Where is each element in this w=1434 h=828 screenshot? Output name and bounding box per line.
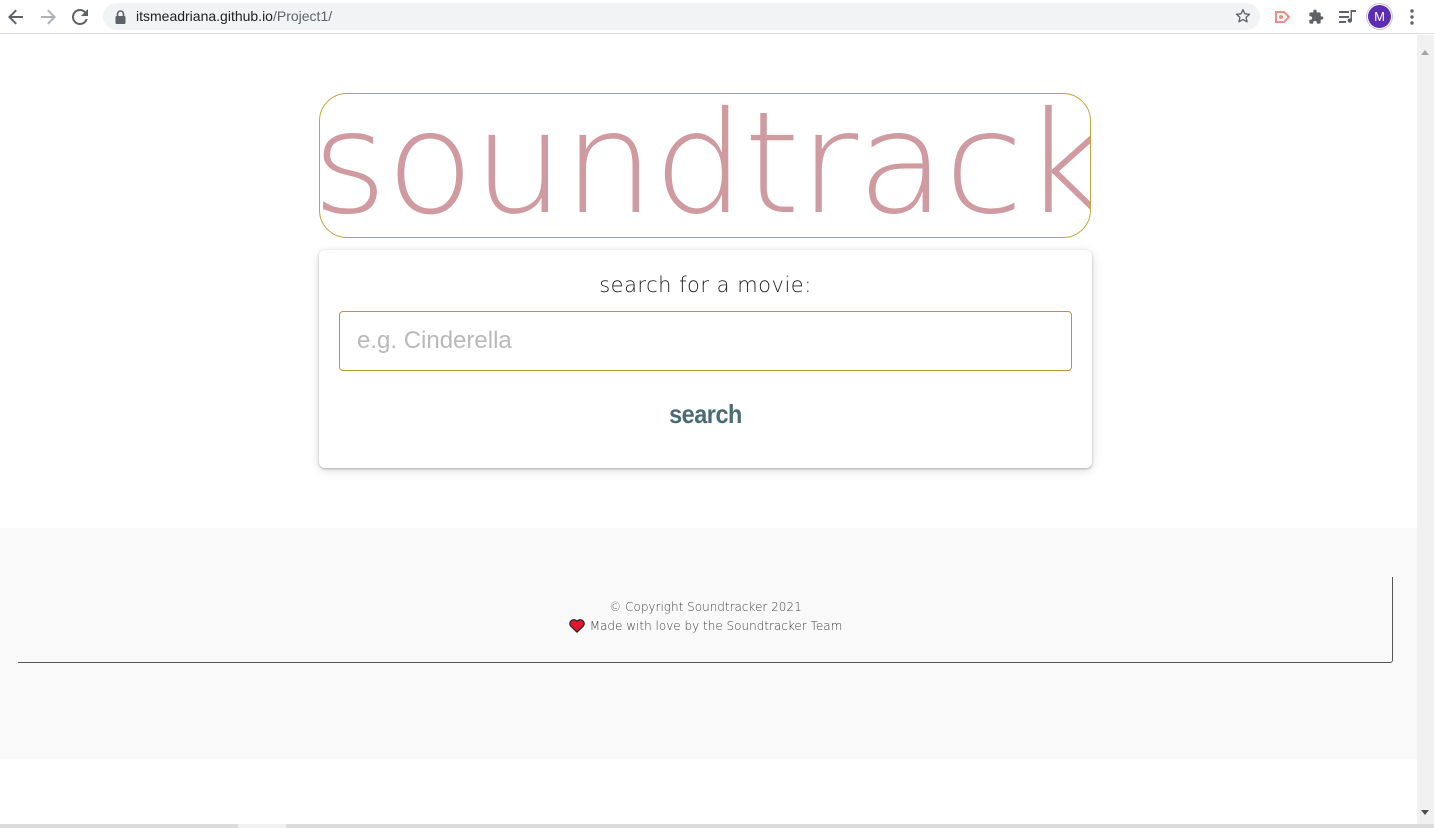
hero-banner: soundtracker <box>319 93 1091 238</box>
back-icon[interactable] <box>4 5 28 29</box>
search-card: search for a movie: search <box>319 250 1092 468</box>
search-button[interactable]: search <box>358 398 1054 431</box>
star-icon[interactable] <box>1234 7 1252 29</box>
kebab-menu-icon[interactable] <box>1400 5 1424 29</box>
heart-icon <box>568 619 585 636</box>
scroll-up-arrow-icon[interactable] <box>1421 40 1429 59</box>
lock-icon[interactable] <box>115 9 126 28</box>
made-with-love-line: Made with love by the Soundtracker Team <box>18 619 1393 636</box>
scrollbar-thumb[interactable] <box>238 824 286 828</box>
reload-icon[interactable] <box>68 5 92 29</box>
extensions-puzzle-icon[interactable] <box>1304 5 1328 29</box>
movie-search-input[interactable] <box>339 311 1072 371</box>
footer: © Copyright Soundtracker 2021 Made with … <box>0 528 1417 759</box>
site-title: soundtracker <box>319 93 1090 238</box>
horizontal-scrollbar[interactable] <box>0 824 1434 828</box>
scroll-down-arrow-icon[interactable] <box>1421 800 1429 819</box>
page-content: soundtracker search for a movie: search … <box>0 35 1417 824</box>
url-text[interactable]: itsmeadriana.github.io/Project1/ <box>136 8 332 24</box>
profile-avatar[interactable]: M <box>1368 5 1391 28</box>
made-with-love-text: Made with love by the Soundtracker Team <box>589 619 843 633</box>
search-label: search for a movie: <box>599 273 812 297</box>
address-bar[interactable]: itsmeadriana.github.io/Project1/ <box>103 3 1260 30</box>
vertical-scrollbar[interactable] <box>1417 35 1434 824</box>
forward-icon[interactable] <box>36 5 60 29</box>
media-queue-icon[interactable] <box>1336 5 1360 29</box>
screencast-extension-icon[interactable] <box>1271 5 1295 29</box>
copyright-text: © Copyright Soundtracker 2021 <box>609 600 802 614</box>
browser-toolbar: itsmeadriana.github.io/Project1/ M <box>0 0 1434 34</box>
profile-initial: M <box>1374 9 1385 24</box>
footer-box: © Copyright Soundtracker 2021 Made with … <box>18 577 1393 663</box>
